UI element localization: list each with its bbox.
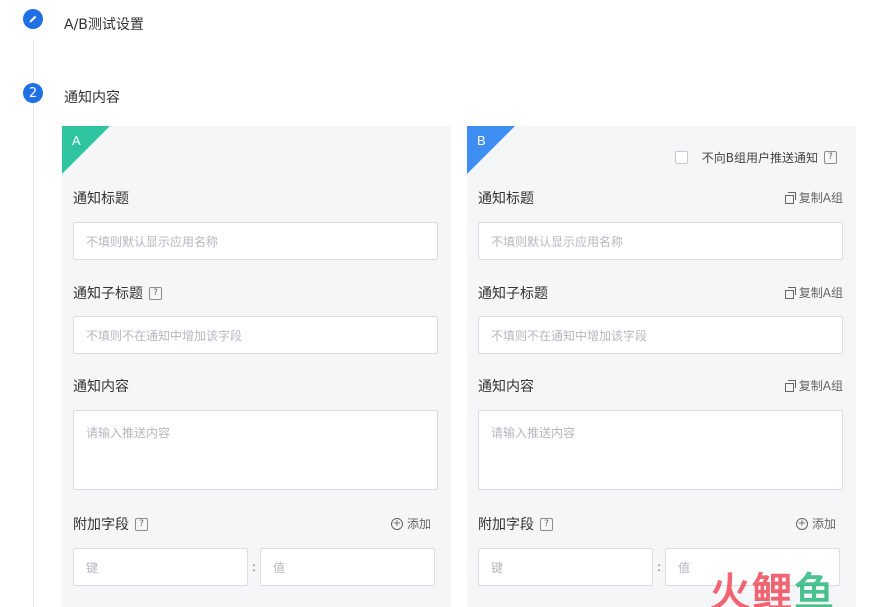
group-a-letter: A	[72, 133, 81, 148]
copy-group-a-title-button[interactable]: 复制A组	[784, 189, 843, 206]
extra-key-input[interactable]: 键	[478, 548, 653, 586]
group-a-panel: A 通知标题 不填则默认显示应用名称 通知子标题 ? 不填则不在通知中增加该字段…	[62, 126, 451, 607]
copy-icon	[784, 287, 796, 299]
notification-subtitle-input[interactable]: 不填则不在通知中增加该字段	[73, 316, 438, 354]
help-icon[interactable]: ?	[149, 286, 162, 300]
extra-fields-label: 附加字段 ?	[73, 514, 148, 534]
step-title-notification-content: 通知内容	[64, 90, 120, 106]
no-push-group-b-option[interactable]: 不向B组用户推送通知 ?	[674, 149, 837, 166]
key-value-separator: :	[252, 560, 257, 574]
no-push-group-b-checkbox[interactable]	[674, 151, 688, 164]
notification-content-textarea[interactable]: 请输入推送内容	[73, 410, 438, 490]
extra-key-input[interactable]: 键	[73, 548, 248, 586]
notification-content-textarea[interactable]: 请输入推送内容	[478, 410, 843, 490]
add-extra-field-button[interactable]: + 添加	[390, 515, 431, 532]
group-a-corner-badge	[62, 126, 110, 174]
pencil-icon	[23, 9, 43, 29]
copy-group-a-subtitle-button[interactable]: 复制A组	[784, 284, 843, 301]
notification-subtitle-input[interactable]: 不填则不在通知中增加该字段	[478, 316, 843, 354]
copy-group-a-content-button[interactable]: 复制A组	[784, 377, 843, 394]
notification-content-label: 通知内容	[73, 379, 129, 395]
step-connector	[33, 40, 34, 607]
extra-value-input[interactable]: 值	[260, 548, 435, 586]
plus-circle-icon: +	[795, 517, 808, 530]
watermark-logo: 火 鲤 鱼	[710, 570, 834, 607]
add-extra-field-button[interactable]: + 添加	[795, 515, 836, 532]
group-b-letter: B	[477, 133, 486, 148]
group-b-panel: B 不向B组用户推送通知 ? 通知标题 复制A组 不填则默认显示应用名称 通知子…	[467, 126, 856, 607]
notification-title-label: 通知标题	[478, 191, 534, 207]
step-number-badge: 2	[23, 83, 43, 103]
notification-title-label: 通知标题	[73, 191, 129, 207]
group-b-corner-badge	[467, 126, 515, 174]
notification-title-input[interactable]: 不填则默认显示应用名称	[73, 222, 438, 260]
help-icon[interactable]: ?	[540, 517, 553, 531]
key-value-separator: :	[657, 560, 662, 574]
copy-icon	[784, 380, 796, 392]
copy-icon	[784, 192, 796, 204]
step-title-ab-settings[interactable]: A/B测试设置	[64, 14, 144, 34]
notification-content-label: 通知内容	[478, 379, 534, 395]
help-icon[interactable]: ?	[135, 517, 148, 531]
notification-title-input[interactable]: 不填则默认显示应用名称	[478, 222, 843, 260]
plus-circle-icon: +	[390, 517, 403, 530]
extra-fields-label: 附加字段 ?	[478, 514, 553, 534]
help-icon[interactable]: ?	[824, 151, 837, 164]
notification-subtitle-label: 通知子标题 ?	[73, 283, 162, 303]
notification-subtitle-label: 通知子标题	[478, 286, 548, 302]
